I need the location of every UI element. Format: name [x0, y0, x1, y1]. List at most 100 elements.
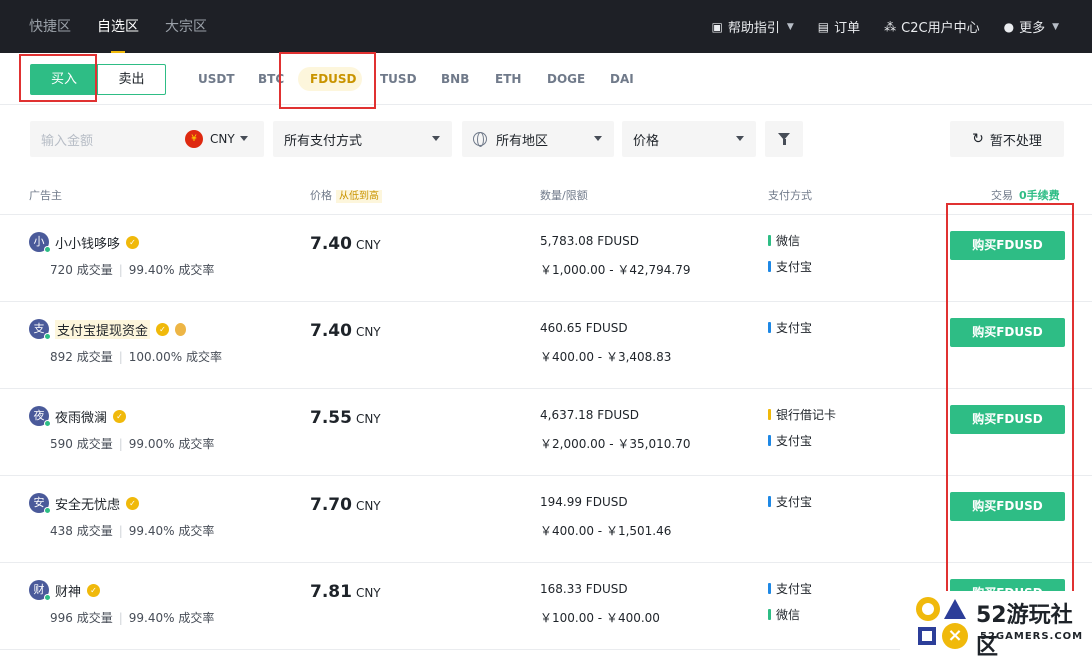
trade-count: 438 成交量: [50, 524, 113, 538]
amount-input-placeholder[interactable]: 输入金额: [41, 130, 93, 149]
price-value: 7.55: [310, 408, 352, 428]
header-payment: 支付方式: [768, 189, 812, 202]
divider: |: [118, 611, 123, 625]
price-currency: CNY: [355, 412, 381, 426]
header-trade: 交易 0手续费: [991, 187, 1060, 203]
completion-rate: 99.00% 成交率: [128, 437, 215, 451]
merchant-stats: 720 成交量 | 99.40% 成交率: [50, 261, 214, 278]
orders-link[interactable]: ▤ 订单: [817, 17, 860, 37]
filter-button[interactable]: [765, 121, 803, 157]
avatar[interactable]: 支: [29, 319, 51, 340]
top-navigation: 快捷区 自选区 大宗区 ▣ 帮助指引 ▼ ▤ 订单 ⁂ C2C用户中心 ● 更多…: [0, 0, 1092, 53]
coin-tab-dai[interactable]: DAI: [610, 64, 634, 95]
avatar[interactable]: 夜: [29, 406, 51, 427]
avatar-initial: 安: [33, 496, 45, 509]
payment-method-label: 银行借记卡: [776, 408, 837, 422]
coin-tab-tusd[interactable]: TUSD: [380, 64, 417, 95]
completion-rate: 100.00% 成交率: [128, 350, 222, 364]
sell-tab-button[interactable]: 卖出: [97, 64, 166, 95]
zone-tab-optional[interactable]: 自选区: [97, 0, 139, 53]
no-process-button[interactable]: ↻ 暂不处理: [950, 121, 1064, 157]
available-quantity: 5,783.08 FDUSD: [540, 234, 640, 248]
payment-method-label: 支付宝: [776, 260, 813, 274]
topnav-right: ▣ 帮助指引 ▼ ▤ 订单 ⁂ C2C用户中心 ● 更多 ▼: [712, 17, 1060, 37]
avatar[interactable]: 财: [29, 580, 51, 601]
currency-selector[interactable]: CNY: [210, 121, 235, 157]
unit-price: 7.70 CNY: [310, 495, 381, 515]
merchant-name[interactable]: 夜雨微澜 ✓: [55, 407, 127, 426]
header-price: 价格 从低到高: [310, 187, 382, 203]
user-group-icon: ⁂: [884, 19, 897, 34]
zone-tab-quick[interactable]: 快捷区: [29, 0, 71, 53]
table-header: 广告主 价格 从低到高 数量/限额 支付方式 交易 0手续费: [0, 173, 1092, 215]
trade-count: 720 成交量: [50, 263, 113, 277]
payment-color-bar: [768, 435, 771, 446]
funnel-icon: [778, 133, 790, 145]
order-limit: ￥400.00 - ￥3,408.83: [540, 350, 672, 364]
merchant-name[interactable]: 支付宝提现资金 ✓: [55, 320, 187, 339]
divider: |: [118, 350, 123, 364]
completion-rate: 99.40% 成交率: [128, 524, 215, 538]
more-menu[interactable]: ● 更多 ▼: [1003, 17, 1059, 37]
coin-tab-bnb[interactable]: BNB: [441, 64, 469, 95]
divider: |: [118, 524, 123, 538]
trade-tabs-bar: 买入 卖出 USDT BTC FDUSD TUSD BNB ETH DOGE D…: [0, 53, 1092, 105]
payment-color-bar: [768, 496, 771, 507]
coin-tab-usdt[interactable]: USDT: [198, 64, 235, 95]
payment-method-label: 微信: [776, 234, 801, 248]
chevron-down-icon: ▼: [1052, 21, 1059, 32]
region-value: 所有地区: [496, 133, 549, 149]
payment-method-label: 支付宝: [776, 321, 813, 335]
amount-input-group[interactable]: 输入金额 ¥ CNY: [30, 121, 264, 157]
more-dots-icon: ●: [1003, 19, 1015, 34]
sort-select[interactable]: 价格: [622, 121, 756, 157]
coin-tab-eth[interactable]: ETH: [495, 64, 521, 95]
medal-icon: [175, 323, 187, 336]
avatar[interactable]: 安: [29, 493, 51, 514]
annotation-box-fdusd: [279, 52, 376, 109]
annotation-box-buy: [19, 54, 97, 102]
merchant-name-label: 财神: [55, 585, 82, 600]
more-label: 更多: [1019, 21, 1046, 36]
sort-value: 价格: [633, 133, 660, 149]
verified-badge-icon: ✓: [126, 236, 140, 249]
chevron-down-icon: [736, 136, 744, 141]
merchant-stats: 892 成交量 | 100.00% 成交率: [50, 348, 222, 365]
zero-fee-badge: 0手续费: [1019, 189, 1060, 202]
c2c-user-center-link[interactable]: ⁂ C2C用户中心: [884, 17, 980, 37]
c2c-user-center-label: C2C用户中心: [901, 21, 980, 36]
online-status-dot: [44, 246, 51, 253]
chevron-down-icon: [240, 136, 248, 141]
watermark-logo-icon: ×: [916, 597, 972, 649]
merchant-stats: 590 成交量 | 99.00% 成交率: [50, 435, 214, 452]
completion-rate: 99.40% 成交率: [128, 263, 215, 277]
payment-method-tag: 支付宝: [768, 258, 812, 275]
merchant-name-label: 夜雨微澜: [55, 411, 108, 426]
merchant-name[interactable]: 财神 ✓: [55, 581, 101, 600]
globe-icon: [473, 132, 487, 147]
annotation-box-buy-buttons: [946, 203, 1074, 655]
merchant-name[interactable]: 安全无忧虑 ✓: [55, 494, 140, 513]
coin-tab-doge[interactable]: DOGE: [547, 64, 585, 95]
verified-badge-icon: ✓: [126, 497, 140, 510]
chevron-down-icon: ▼: [786, 21, 794, 32]
document-icon: ▤: [817, 19, 830, 34]
help-guide-label: 帮助指引: [727, 21, 780, 36]
payment-method-tag: 支付宝: [768, 319, 812, 336]
merchant-name[interactable]: 小小钱哆哆 ✓: [55, 233, 140, 252]
header-quantity-limit: 数量/限额: [540, 189, 588, 202]
merchant-stats: 438 成交量 | 99.40% 成交率: [50, 522, 214, 539]
price-sort-toggle[interactable]: 从低到高: [336, 190, 382, 203]
payment-color-bar: [768, 609, 771, 620]
zone-tab-bulk[interactable]: 大宗区: [165, 0, 207, 53]
payment-method-tag: 微信: [768, 606, 800, 623]
chevron-down-icon: [594, 136, 602, 141]
payment-method-select[interactable]: 所有支付方式: [273, 121, 452, 157]
avatar[interactable]: 小: [29, 232, 51, 253]
cny-flag-icon: ¥: [185, 130, 203, 148]
help-guide-menu[interactable]: ▣ 帮助指引 ▼: [712, 17, 794, 37]
available-quantity: 194.99 FDUSD: [540, 495, 628, 509]
region-select[interactable]: 所有地区: [462, 121, 614, 157]
verified-badge-icon: ✓: [113, 410, 127, 423]
avatar-initial: 财: [33, 583, 45, 596]
